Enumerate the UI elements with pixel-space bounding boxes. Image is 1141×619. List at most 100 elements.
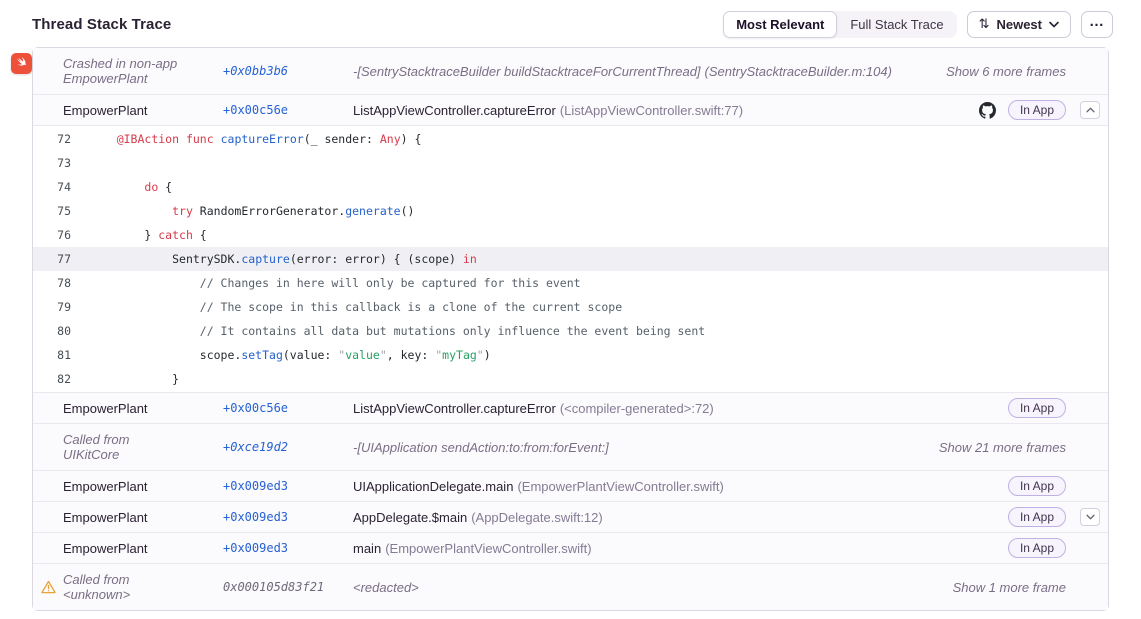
line-number: 74 — [33, 180, 71, 194]
source-file[interactable]: (EmpowerPlantViewController.swift) — [517, 479, 723, 494]
function-name: -[UIApplication sendAction:to:from:forEv… — [353, 440, 609, 455]
frame-function: <redacted> — [353, 580, 941, 595]
code-text: do { — [71, 180, 172, 194]
frame-function: ListAppViewController.captureError (<comp… — [353, 401, 996, 416]
thread-stack-trace-panel: Thread Stack Trace Most Relevant Full St… — [0, 0, 1141, 619]
line-number: 75 — [33, 204, 71, 218]
source-file[interactable]: (ListAppViewController.swift:77) — [560, 103, 743, 118]
function-name: ListAppViewController.captureError — [353, 401, 556, 416]
frame-module: EmpowerPlant — [63, 401, 188, 416]
stack-frame[interactable]: EmpowerPlant +0x009ed3 UIApplicationDele… — [33, 471, 1108, 502]
function-name: -[SentryStacktraceBuilder buildStacktrac… — [353, 64, 701, 79]
source-file[interactable]: (<compiler-generated>:72) — [560, 401, 714, 416]
line-number: 81 — [33, 348, 71, 362]
frame-address: +0x009ed3 — [223, 510, 353, 524]
in-app-badge: In App — [1008, 100, 1066, 120]
code-line-highlighted: 77 SentrySDK.capture(error: error) { (sc… — [33, 247, 1108, 271]
function-name: ListAppViewController.captureError — [353, 103, 556, 118]
frame-address: +0x009ed3 — [223, 479, 353, 493]
stack-frame-system[interactable]: Called from UIKitCore +0xce19d2 -[UIAppl… — [33, 424, 1108, 471]
code-line: 75 try RandomErrorGenerator.generate() — [33, 199, 1108, 223]
tab-most-relevant[interactable]: Most Relevant — [723, 11, 837, 38]
frame-address: +0xce19d2 — [223, 440, 353, 454]
frame-right: In App — [1008, 507, 1100, 527]
in-app-badge: In App — [1008, 398, 1066, 418]
frame-module: EmpowerPlant — [63, 103, 188, 118]
function-name: UIApplicationDelegate.main — [353, 479, 513, 494]
expand-frame-button[interactable] — [1080, 508, 1100, 526]
code-line: 79 // The scope in this callback is a cl… — [33, 295, 1108, 319]
frame-right: Show 21 more frames — [939, 440, 1100, 455]
frame-address: 0x000105d83f21 — [223, 580, 353, 594]
view-toggle: Most Relevant Full Stack Trace — [723, 11, 956, 38]
warning-icon — [41, 580, 56, 594]
show-more-frames[interactable]: Show 21 more frames — [939, 440, 1066, 455]
stack-frame[interactable]: EmpowerPlant +0x009ed3 main(EmpowerPlant… — [33, 533, 1108, 564]
ellipsis-icon: … — [1089, 13, 1105, 30]
frame-module: Crashed in non-app EmpowerPlant — [63, 56, 188, 86]
swift-platform-icon — [11, 53, 32, 74]
code-line: 82 } — [33, 367, 1108, 391]
stack-frame-collapsed[interactable]: EmpowerPlant +0x009ed3 AppDelegate.$main… — [33, 502, 1108, 533]
line-number: 77 — [33, 252, 71, 266]
frame-right: In App — [1008, 476, 1100, 496]
stack-frame-unknown[interactable]: Called from <unknown> 0x000105d83f21 <re… — [33, 564, 1108, 610]
frame-address: +0x00c56e — [223, 401, 353, 415]
frame-lead — [33, 580, 63, 594]
frame-right: Show 1 more frame — [953, 580, 1100, 595]
code-text: @IBAction func captureError(_ sender: An… — [71, 132, 421, 146]
code-line: 81 scope.setTag(value: "value", key: "my… — [33, 343, 1108, 367]
frame-function: ListAppViewController.captureError (ListA… — [353, 103, 967, 118]
line-number: 79 — [33, 300, 71, 314]
sort-button[interactable]: ⇅ Newest — [967, 11, 1071, 38]
frame-function: AppDelegate.$main (AppDelegate.swift:12) — [353, 510, 996, 525]
frame-function: main (EmpowerPlantViewController.swift) — [353, 541, 996, 556]
frame-module: EmpowerPlant — [63, 479, 188, 494]
show-more-frames[interactable]: Show 1 more frame — [953, 580, 1066, 595]
sort-label: Newest — [996, 17, 1042, 32]
source-file[interactable]: (AppDelegate.swift:12) — [471, 510, 603, 525]
function-name: <redacted> — [353, 580, 419, 595]
code-line: 73 — [33, 151, 1108, 175]
source-file[interactable]: (SentryStacktraceBuilder.m:104) — [705, 64, 892, 79]
code-text: try RandomErrorGenerator.generate() — [71, 204, 414, 218]
code-line: 72 @IBAction func captureError(_ sender:… — [33, 127, 1108, 151]
code-text: // The scope in this callback is a clone… — [71, 300, 622, 314]
code-text: scope.setTag(value: "value", key: "myTag… — [71, 348, 491, 362]
overflow-menu-button[interactable]: … — [1081, 11, 1113, 38]
line-number: 73 — [33, 156, 71, 170]
line-number: 76 — [33, 228, 71, 242]
code-text: } — [71, 372, 179, 386]
code-text: // Changes in here will only be captured… — [71, 276, 581, 290]
line-number: 82 — [33, 372, 71, 386]
frame-function: UIApplicationDelegate.main (EmpowerPlantV… — [353, 479, 996, 494]
line-number: 78 — [33, 276, 71, 290]
expand-slot — [1080, 101, 1100, 119]
sort-icon: ⇅ — [979, 16, 990, 32]
frame-module: EmpowerPlant — [63, 510, 188, 525]
frame-right: In App — [1008, 398, 1100, 418]
show-more-frames[interactable]: Show 6 more frames — [946, 64, 1066, 79]
code-line: 74 do { — [33, 175, 1108, 199]
collapse-frame-button[interactable] — [1080, 101, 1100, 119]
source-file[interactable]: (EmpowerPlantViewController.swift) — [385, 541, 591, 556]
frame-function: -[UIApplication sendAction:to:from:forEv… — [353, 440, 927, 455]
code-line: 76 } catch { — [33, 223, 1108, 247]
github-icon[interactable] — [979, 102, 996, 119]
stack-frame-expanded[interactable]: EmpowerPlant +0x00c56e ListAppViewContro… — [33, 95, 1108, 126]
frame-right: In App — [979, 100, 1100, 120]
tab-full-stack-trace[interactable]: Full Stack Trace — [837, 11, 956, 38]
chevron-down-icon — [1086, 514, 1095, 520]
line-number: 80 — [33, 324, 71, 338]
in-app-badge: In App — [1008, 507, 1066, 527]
stack-frame[interactable]: EmpowerPlant +0x00c56e ListAppViewContro… — [33, 393, 1108, 424]
function-name: main — [353, 541, 381, 556]
function-name: AppDelegate.$main — [353, 510, 467, 525]
stack-frame-crashed[interactable]: Crashed in non-app EmpowerPlant +0x0bb3b… — [33, 48, 1108, 95]
frame-module: Called from <unknown> — [63, 572, 188, 602]
line-number: 72 — [33, 132, 71, 146]
stack-trace-list: Crashed in non-app EmpowerPlant +0x0bb3b… — [32, 47, 1109, 611]
code-text: } catch { — [71, 228, 207, 242]
code-text: // It contains all data but mutations on… — [71, 324, 705, 338]
header-controls: Most Relevant Full Stack Trace ⇅ Newest … — [723, 11, 1113, 38]
